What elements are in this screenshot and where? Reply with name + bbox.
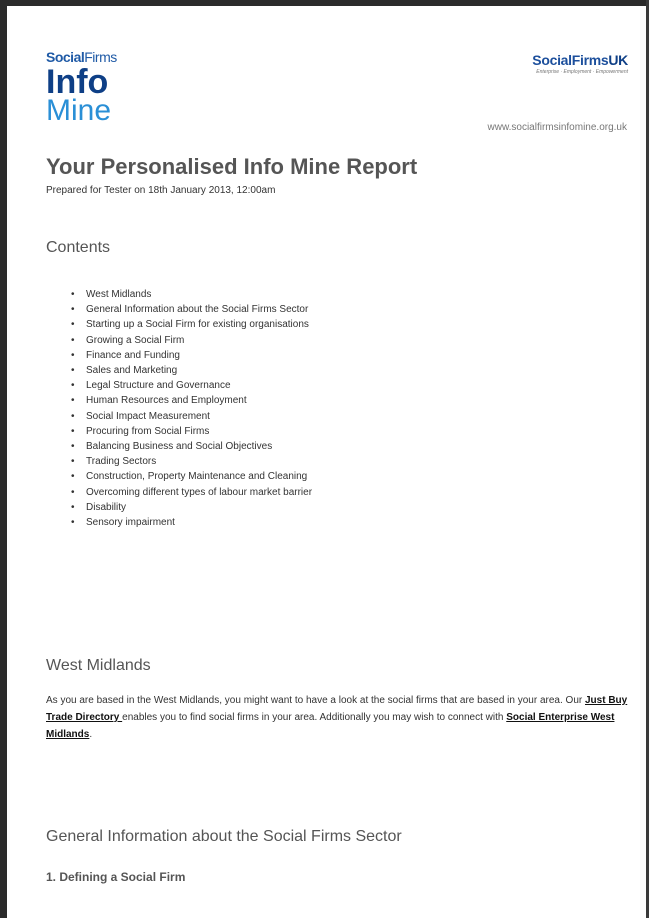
- west-midlands-text-3: .: [89, 729, 93, 740]
- contents-item: Finance and Funding: [71, 348, 312, 363]
- contents-item: Sales and Marketing: [71, 363, 312, 378]
- west-midlands-text-1: As you are based in the West Midlands, y…: [46, 695, 585, 706]
- logo-brand-uk: UK: [608, 52, 628, 68]
- social-firms-uk-logo: SocialFirmsUK Enterprise · Employment · …: [532, 52, 628, 75]
- contents-item: Balancing Business and Social Objectives: [71, 439, 312, 454]
- contents-item: Overcoming different types of labour mar…: [71, 485, 312, 500]
- contents-item: Human Resources and Employment: [71, 393, 312, 408]
- logo-tagline: Enterprise · Employment · Empowerment: [536, 69, 628, 75]
- west-midlands-heading: West Midlands: [46, 657, 151, 674]
- logo-brand-text: SocialFirmsUK: [532, 52, 628, 68]
- defining-social-firm-subheading: 1. Defining a Social Firm: [46, 870, 186, 884]
- window-frame-left: [0, 0, 7, 918]
- contents-item: Trading Sectors: [71, 454, 312, 469]
- contents-heading: Contents: [46, 239, 111, 256]
- site-url: www.socialfirmsinfomine.org.uk: [487, 122, 628, 133]
- report-title: Your Personalised Info Mine Report: [46, 154, 418, 179]
- document-page: SocialFirms Info Mine SocialFirmsUK Ente…: [7, 6, 646, 918]
- social-firms-info-mine-logo: SocialFirms Info Mine: [46, 49, 117, 127]
- contents-item: Growing a Social Firm: [71, 333, 312, 348]
- west-midlands-text-2: enables you to find social firms in your…: [122, 712, 507, 723]
- contents-item: General Information about the Social Fir…: [71, 302, 312, 317]
- contents-item: Legal Structure and Governance: [71, 378, 312, 393]
- logo-mine-word: Mine: [46, 94, 112, 127]
- logo-info-word: Info: [46, 63, 109, 101]
- logo-brand-social-firms: SocialFirms: [532, 52, 609, 68]
- general-information-heading: General Information about the Social Fir…: [46, 828, 402, 845]
- contents-item: Sensory impairment: [71, 515, 312, 530]
- contents-item: Social Impact Measurement: [71, 409, 312, 424]
- contents-item: Disability: [71, 500, 312, 515]
- west-midlands-paragraph: As you are based in the West Midlands, y…: [46, 692, 646, 743]
- contents-item: Starting up a Social Firm for existing o…: [71, 317, 312, 332]
- prepared-for-line: Prepared for Tester on 18th January 2013…: [46, 185, 276, 196]
- contents-item: Construction, Property Maintenance and C…: [71, 469, 312, 484]
- contents-item: Procuring from Social Firms: [71, 424, 312, 439]
- contents-item: West Midlands: [71, 287, 312, 302]
- contents-list: West Midlands General Information about …: [71, 287, 312, 530]
